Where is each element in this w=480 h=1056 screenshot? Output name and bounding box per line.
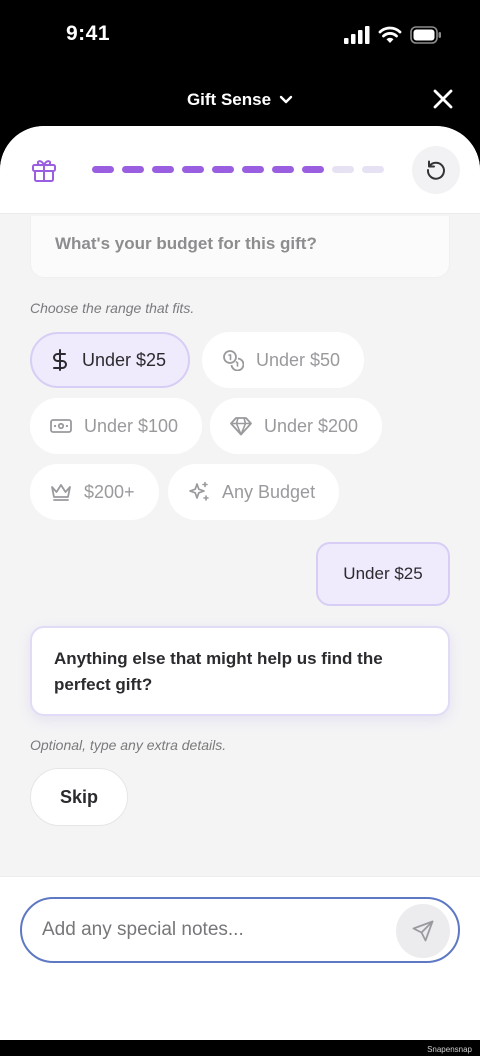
sparkles-icon	[189, 481, 209, 501]
banknote-icon	[50, 419, 72, 433]
progress-indicator	[92, 166, 384, 173]
chevron-down-icon	[279, 95, 293, 104]
chat-sheet: What's your budget for this gift? Choose…	[0, 126, 480, 1040]
coins-icon	[223, 350, 244, 371]
chip-label: Under $25	[82, 349, 167, 370]
budget-chip-under-50[interactable]: Under $50	[202, 332, 365, 388]
followup-hint: Optional, type any extra details.	[30, 737, 227, 753]
status-icons	[344, 26, 442, 44]
progress-segment	[272, 166, 294, 173]
bot-followup-card: Anything else that might help us find th…	[30, 626, 450, 716]
budget-chip-under-100[interactable]: Under $100	[30, 398, 203, 454]
bottom-strip	[0, 1040, 480, 1056]
chip-label: Under $100	[84, 415, 179, 436]
app-title: Gift Sense	[186, 90, 272, 109]
nav-bar: Gift Sense	[0, 72, 480, 126]
budget-chip-any-budget[interactable]: Any Budget	[168, 464, 340, 520]
bot-followup-text: Anything else that might help us find th…	[54, 649, 383, 694]
notes-input[interactable]	[42, 899, 392, 961]
progress-segment	[212, 166, 234, 173]
chip-label: Any Budget	[222, 481, 316, 502]
composer-area	[0, 876, 480, 1040]
send-button[interactable]	[396, 904, 450, 958]
chip-label: Under $50	[256, 349, 341, 370]
budget-chip-under-25[interactable]: Under $25	[30, 332, 191, 388]
wifi-icon	[378, 26, 402, 43]
crown-icon	[51, 484, 71, 501]
bot-question-text: What's your budget for this gift?	[55, 234, 317, 253]
skip-button[interactable]: Skip	[30, 768, 128, 826]
signal-icon	[344, 26, 370, 44]
skip-label: Skip	[59, 786, 98, 807]
gift-icon	[32, 160, 56, 182]
progress-segment	[152, 166, 174, 173]
budget-hint: Choose the range that fits.	[30, 300, 195, 316]
user-reply-bubble: Under $25	[316, 542, 450, 606]
progress-segment	[332, 166, 354, 173]
chip-label: $200+	[84, 481, 135, 502]
progress-segment	[242, 166, 264, 173]
close-icon[interactable]	[432, 88, 454, 110]
chip-label: Under $200	[264, 415, 359, 436]
budget-chip-200-plus[interactable]: $200+	[30, 464, 159, 520]
send-icon	[412, 920, 434, 942]
status-bar: 9:41	[0, 0, 480, 72]
restart-icon	[426, 160, 445, 180]
notes-input-container	[20, 897, 460, 963]
progress-segment	[302, 166, 324, 173]
progress-segment	[182, 166, 204, 173]
progress-segment	[362, 166, 384, 173]
watermark: Snapensnap	[427, 1045, 472, 1054]
app-title-dropdown[interactable]: Gift Sense	[0, 90, 480, 110]
status-time: 9:41	[66, 22, 111, 45]
progress-segment	[122, 166, 144, 173]
user-reply-text: Under $25	[343, 564, 423, 583]
dollar-icon	[53, 349, 67, 371]
restart-button[interactable]	[412, 146, 460, 194]
diamond-icon	[230, 417, 252, 436]
bot-question-card: What's your budget for this gift?	[30, 216, 450, 278]
budget-chip-under-200[interactable]: Under $200	[210, 398, 383, 454]
battery-icon	[410, 26, 441, 44]
sheet-header	[0, 126, 480, 214]
progress-segment	[92, 166, 114, 173]
